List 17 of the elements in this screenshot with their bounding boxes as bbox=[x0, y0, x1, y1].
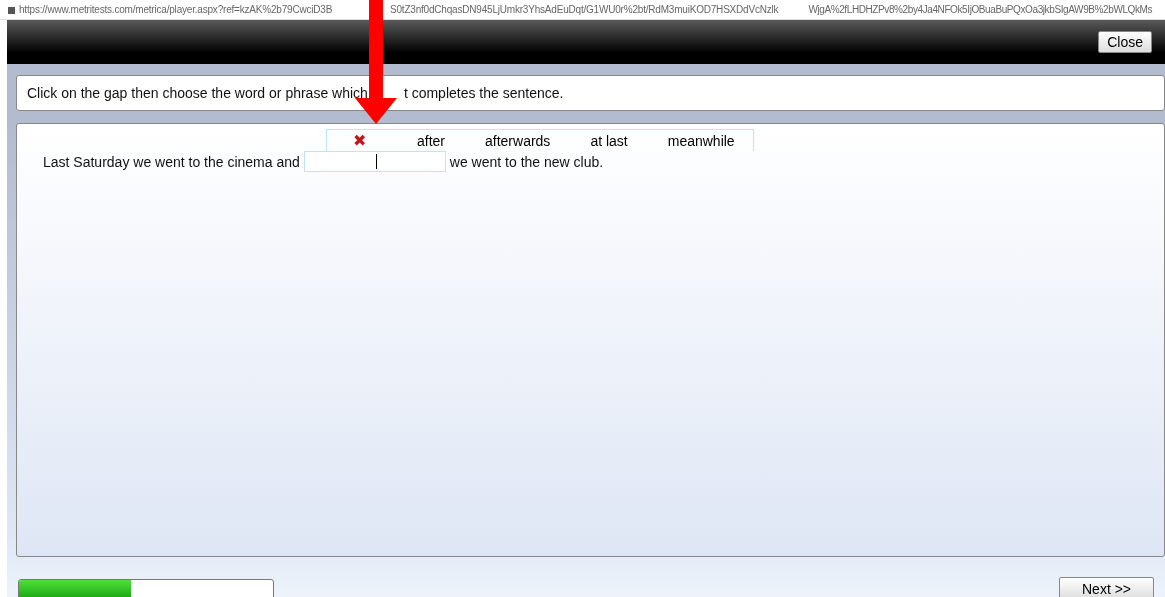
close-button[interactable]: Close bbox=[1098, 31, 1152, 53]
word-option[interactable]: at last bbox=[590, 132, 628, 149]
url-text: S0tZ3nf0dChqasDN945LjUmkr3YhsAdEuDqt/G1WU0r%2bt/RdM3muiKOD7HSXDdVcNzlk bbox=[390, 4, 779, 16]
text-cursor bbox=[375, 154, 377, 169]
word-option[interactable]: after bbox=[417, 132, 445, 149]
url-text: WjgA%2fLHDHZPv8%2by4Ja4NFOk5IjOBuaBuPQxOa3jkbSIgAW9B%2bWLQkMs bbox=[808, 4, 1153, 16]
url-text: https://www.metritests.com/metrica/player.aspx?ref=kzAK%2b79CwciD3B bbox=[19, 4, 334, 16]
next-button[interactable]: Next >> bbox=[1059, 577, 1154, 597]
clear-icon[interactable]: ✖ bbox=[353, 131, 383, 150]
instruction-text: t completes the sentence. bbox=[403, 85, 564, 101]
word-option[interactable]: meanwhile bbox=[667, 132, 735, 149]
instruction-text: Click on the gap then choose the word or phrase which bbox=[27, 85, 368, 101]
sentence-text: we went to the new club. bbox=[449, 153, 604, 170]
lock-icon bbox=[8, 7, 15, 14]
word-option[interactable]: afterwards bbox=[485, 132, 551, 149]
sentence-text: Last Saturday we went to the cinema and bbox=[43, 153, 300, 170]
gap-field[interactable] bbox=[303, 151, 446, 172]
